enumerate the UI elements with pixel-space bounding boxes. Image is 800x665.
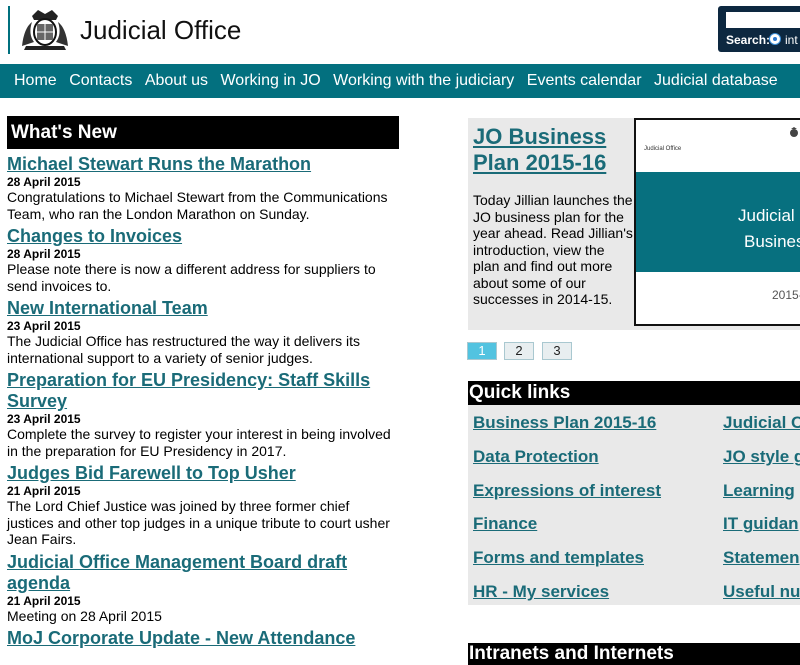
news-description: Complete the survey to register your int… xyxy=(7,426,391,459)
site-header: Judicial Office Search: int xyxy=(0,0,800,62)
business-plan-cover-image[interactable]: Judicial Office Judicial O Busines 2015- xyxy=(634,118,800,326)
news-date: 23 April 2015 xyxy=(7,412,81,426)
crest-icon xyxy=(790,127,798,137)
news-description: The Judicial Office has restructured the… xyxy=(7,333,361,366)
page-button-3[interactable]: 3 xyxy=(542,342,572,360)
news-item: MoJ Corporate Update - New Attendance xyxy=(7,628,399,649)
quick-link[interactable]: Finance xyxy=(473,514,661,534)
search-label: Search: xyxy=(726,33,771,47)
royal-crest-icon[interactable] xyxy=(18,6,72,54)
search-scope-label: int xyxy=(785,33,798,47)
cover-year: 2015- xyxy=(772,288,800,302)
feature-description: Today Jillian launches the JO business p… xyxy=(473,192,633,307)
quick-links-heading: Quick links xyxy=(468,381,800,405)
feature-carousel: JO Business Plan 2015-16 Today Jillian l… xyxy=(468,118,800,330)
news-title-link[interactable]: MoJ Corporate Update - New Attendance xyxy=(7,628,399,649)
news-date: 28 April 2015 xyxy=(7,175,81,189)
quick-link[interactable]: Data Protection xyxy=(473,447,661,467)
nav-item-about-us[interactable]: About us xyxy=(145,64,208,98)
news-item: Michael Stewart Runs the Marathon 28 Apr… xyxy=(7,154,399,222)
news-title-link[interactable]: New International Team xyxy=(7,298,399,319)
news-item: Judges Bid Farewell to Top Usher 21 Apri… xyxy=(7,463,399,548)
quick-link[interactable]: Judicial C xyxy=(723,413,800,433)
site-title[interactable]: Judicial Office xyxy=(80,15,241,46)
news-item: Judicial Office Management Board draft a… xyxy=(7,552,399,625)
news-item: New International Team 23 April 2015 The… xyxy=(7,298,399,366)
quick-link[interactable]: Business Plan 2015-16 xyxy=(473,413,661,433)
news-title-link[interactable]: Michael Stewart Runs the Marathon xyxy=(7,154,399,175)
page-button-2[interactable]: 2 xyxy=(504,342,534,360)
quick-link[interactable]: Learning xyxy=(723,481,800,501)
cover-title-band: Judicial O Busines xyxy=(636,172,800,272)
search-scope-radio[interactable] xyxy=(769,33,781,45)
news-item: Changes to Invoices 28 April 2015 Please… xyxy=(7,226,399,294)
quick-link[interactable]: Forms and templates xyxy=(473,548,661,568)
feature-text: JO Business Plan 2015-16 Today Jillian l… xyxy=(473,124,633,308)
nav-item-working-in-jo[interactable]: Working in JO xyxy=(220,64,320,98)
quick-link[interactable]: Expressions of interest xyxy=(473,481,661,501)
news-date: 21 April 2015 xyxy=(7,484,81,498)
news-description: Congratulations to Michael Stewart from … xyxy=(7,189,388,222)
feature-title-link[interactable]: JO Business Plan 2015-16 xyxy=(473,124,633,176)
quick-link[interactable]: HR - My services xyxy=(473,582,661,602)
quick-link[interactable]: Statemen xyxy=(723,548,800,568)
quick-link[interactable]: Useful nu xyxy=(723,582,800,602)
intranets-heading: Intranets and Internets xyxy=(468,643,800,665)
quick-link[interactable]: JO style g xyxy=(723,447,800,467)
news-title-link[interactable]: Judicial Office Management Board draft a… xyxy=(7,552,399,594)
page-button-1[interactable]: 1 xyxy=(467,342,497,360)
nav-item-judicial-database[interactable]: Judicial database xyxy=(654,64,778,98)
search-input[interactable] xyxy=(726,12,800,28)
search-box: Search: int xyxy=(718,6,800,52)
cover-title-line1: Judicial O xyxy=(738,206,800,225)
quick-link[interactable]: IT guidan xyxy=(723,514,800,534)
news-item: Preparation for EU Presidency: Staff Ski… xyxy=(7,370,399,459)
news-description: The Lord Chief Justice was joined by thr… xyxy=(7,498,390,547)
crest-container xyxy=(8,6,72,54)
main-nav: Home Contacts About us Working in JO Wor… xyxy=(0,64,800,98)
whats-new-heading: What's New xyxy=(7,116,399,149)
nav-item-home[interactable]: Home xyxy=(14,64,57,98)
news-title-link[interactable]: Changes to Invoices xyxy=(7,226,399,247)
nav-item-events-calendar[interactable]: Events calendar xyxy=(527,64,642,98)
nav-item-working-with-judiciary[interactable]: Working with the judiciary xyxy=(333,64,514,98)
news-title-link[interactable]: Judges Bid Farewell to Top Usher xyxy=(7,463,399,484)
news-date: 28 April 2015 xyxy=(7,247,81,261)
news-date: 21 April 2015 xyxy=(7,593,81,608)
news-date: 23 April 2015 xyxy=(7,319,81,333)
news-title-link[interactable]: Preparation for EU Presidency: Staff Ski… xyxy=(7,370,399,412)
quick-links-column-2: Judicial C JO style g Learning IT guidan… xyxy=(723,413,800,616)
nav-item-contacts[interactable]: Contacts xyxy=(69,64,132,98)
news-description: Please note there is now a different add… xyxy=(7,261,376,294)
quick-links-column-1: Business Plan 2015-16 Data Protection Ex… xyxy=(473,413,661,616)
whats-new-section: What's New Michael Stewart Runs the Mara… xyxy=(7,116,399,653)
cover-org-name: Judicial Office xyxy=(644,146,682,152)
quick-links-panel: Quick links Business Plan 2015-16 Data P… xyxy=(468,381,800,605)
news-description: Meeting on 28 April 2015 xyxy=(7,607,162,624)
cover-title-line2: Busines xyxy=(744,232,800,251)
